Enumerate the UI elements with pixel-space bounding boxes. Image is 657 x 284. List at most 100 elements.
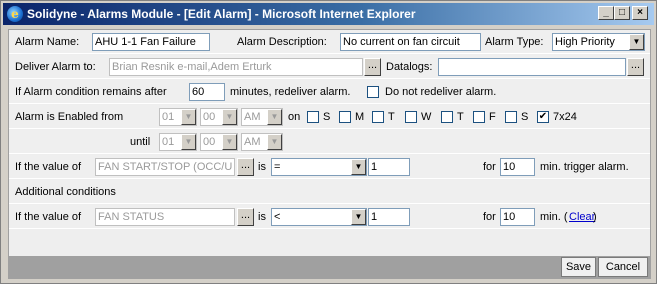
cancel-button[interactable]: Cancel [598,257,648,277]
additional-point-input[interactable]: FAN STATUS [95,208,235,226]
until-hour-value: 01 [162,136,175,148]
dropdown-arrow-icon: ▼ [267,134,282,150]
datalogs-label: Datalogs: [386,61,433,73]
additional-point-browse-button[interactable]: ... [237,208,254,226]
day-tuesday-label: T [388,111,395,123]
if-value-label: If the value of [15,211,82,223]
day-thursday-checkbox[interactable] [441,111,453,123]
deliver-alarm-label: Deliver Alarm to: [15,61,96,73]
trigger-point-browse-button[interactable]: ... [237,158,254,176]
dropdown-arrow-icon: ▼ [351,159,366,175]
datalogs-input[interactable] [438,58,626,76]
on-label: on [288,111,301,123]
all-week-label: 7x24 [553,111,577,123]
for-label: for [483,161,496,173]
from-minute-value: 00 [203,111,216,123]
day-saturday-label: S [521,111,529,123]
day-saturday-checkbox[interactable] [505,111,517,123]
redeliver-suffix-label: minutes, redeliver alarm. [230,86,351,98]
alarm-name-label: Alarm Name: [15,36,80,48]
until-label: until [130,136,151,148]
for-label: for [483,211,496,223]
day-sunday-label: S [323,111,331,123]
dropdown-arrow-icon: ▼ [267,109,282,125]
do-not-redeliver-label: Do not redeliver alarm. [385,86,497,98]
dropdown-arrow-icon: ▼ [629,34,644,50]
dropdown-arrow-icon: ▼ [222,134,237,150]
until-hour-select[interactable]: 01 ▼ [159,133,197,151]
from-hour-select[interactable]: 01 ▼ [159,108,197,126]
enabled-from-label: Alarm is Enabled from [15,111,124,123]
from-minute-select[interactable]: 00 ▼ [200,108,238,126]
datalogs-browse-button[interactable]: ... [627,58,644,76]
alarm-name-input[interactable]: AHU 1-1 Fan Failure [92,33,210,51]
maximize-button[interactable]: □ [614,6,630,20]
enabled-from-row: Alarm is Enabled from 01 ▼ 00 ▼ AM ▼ on … [9,105,650,129]
until-ampm-value: AM [244,136,261,148]
day-friday-label: F [489,111,496,123]
alarm-description-label: Alarm Description: [237,36,327,48]
alarm-type-value: High Priority [555,36,615,48]
dropdown-arrow-icon: ▼ [181,134,196,150]
alarm-type-select[interactable]: High Priority ▼ [552,33,645,51]
from-hour-value: 01 [162,111,175,123]
additional-condition-row: If the value of FAN STATUS ... is < ▼ 1 … [9,205,650,229]
if-value-label: If the value of [15,161,82,173]
from-ampm-select[interactable]: AM ▼ [241,108,283,126]
until-ampm-select[interactable]: AM ▼ [241,133,283,151]
trigger-operator-value: = [274,161,281,173]
browser-window: e Solidyne - Alarms Module - [Edit Alarm… [0,0,657,284]
deliver-row: Deliver Alarm to: Brian Resnik e-mail,Ad… [9,55,650,79]
close-button[interactable]: × [632,6,648,20]
deliver-browse-button[interactable]: ... [364,58,381,76]
clear-link[interactable]: Clear [569,211,595,223]
additional-operator-select[interactable]: < ▼ [271,208,367,226]
do-not-redeliver-checkbox[interactable] [367,86,379,98]
additional-compare-value-input[interactable]: 1 [368,208,410,226]
dropdown-arrow-icon: ▼ [222,109,237,125]
min-label: min. ( [540,211,568,223]
alarm-name-row: Alarm Name: AHU 1-1 Fan Failure Alarm De… [9,30,650,54]
redeliver-row: If Alarm condition remains after 60 minu… [9,80,650,104]
day-sunday-checkbox[interactable] [307,111,319,123]
dropdown-arrow-icon: ▼ [181,109,196,125]
day-thursday-label: T [457,111,464,123]
until-minute-select[interactable]: 00 ▼ [200,133,238,151]
all-week-checkbox[interactable]: ✔ [537,111,549,123]
deliver-recipients-input[interactable]: Brian Resnik e-mail,Adem Erturk [109,58,363,76]
until-row: until 01 ▼ 00 ▼ AM ▼ [9,130,650,154]
trigger-alarm-label: min. trigger alarm. [540,161,629,173]
from-ampm-value: AM [244,111,261,123]
close-paren: ) [593,211,597,223]
is-label: is [258,211,266,223]
day-monday-checkbox[interactable] [339,111,351,123]
day-friday-checkbox[interactable] [473,111,485,123]
alarm-description-input[interactable]: No current on fan circuit [340,33,481,51]
additional-conditions-heading: Additional conditions [15,186,116,198]
trigger-minutes-input[interactable]: 10 [500,158,535,176]
additional-conditions-row: Additional conditions [9,180,650,204]
minimize-button[interactable]: _ [598,6,614,20]
until-minute-value: 00 [203,136,216,148]
additional-minutes-input[interactable]: 10 [500,208,535,226]
redeliver-prefix-label: If Alarm condition remains after [15,86,167,98]
additional-operator-value: < [274,211,281,223]
day-monday-label: M [355,111,365,123]
form-footer: Save Cancel [9,256,650,278]
save-button[interactable]: Save [561,257,596,277]
trigger-compare-value-input[interactable]: 1 [368,158,410,176]
trigger-point-input[interactable]: FAN START/STOP (OCC/U [95,158,235,176]
title-bar: e Solidyne - Alarms Module - [Edit Alarm… [3,3,654,25]
trigger-operator-select[interactable]: = ▼ [271,158,367,176]
is-label: is [258,161,266,173]
edit-alarm-form: Alarm Name: AHU 1-1 Fan Failure Alarm De… [8,29,651,279]
redeliver-minutes-input[interactable]: 60 [189,83,225,101]
trigger-condition-row: If the value of FAN START/STOP (OCC/U ..… [9,155,650,179]
dropdown-arrow-icon: ▼ [351,209,366,225]
alarm-type-label: Alarm Type: [485,36,544,48]
window-title: Solidyne - Alarms Module - [Edit Alarm] … [27,7,416,21]
day-tuesday-checkbox[interactable] [372,111,384,123]
day-wednesday-label: W [421,111,432,123]
internet-explorer-icon: e [7,6,23,22]
day-wednesday-checkbox[interactable] [405,111,417,123]
